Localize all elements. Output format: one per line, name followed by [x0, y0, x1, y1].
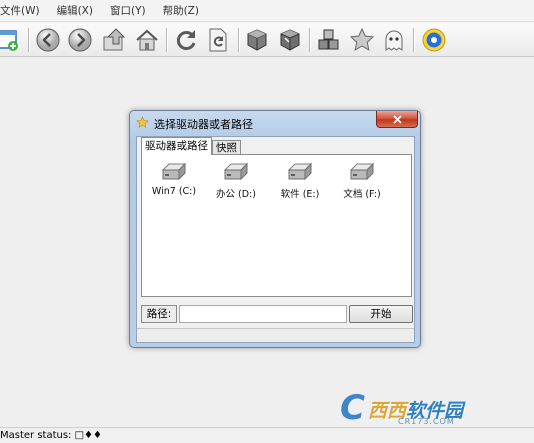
drive-item[interactable]: 文档 (F:) [332, 161, 392, 200]
reload-document-icon [209, 28, 227, 52]
cube-marked-icon [280, 29, 300, 51]
select-drive-dialog: 选择驱动器或者路径 驱动器或路径 快照 Win7 (C:) 办公 (D:) 软件… [129, 110, 421, 348]
toolbar-separator [28, 28, 29, 52]
watermark-logo: C 西西软件园 CR173.COM [340, 390, 520, 428]
back-button[interactable] [34, 26, 62, 54]
drive-label: 办公 (D:) [216, 189, 256, 200]
reload-document-button[interactable] [204, 26, 232, 54]
menu-help[interactable]: 帮助(Z) [155, 3, 208, 18]
hard-drive-icon [161, 162, 187, 181]
app-icon [136, 116, 149, 128]
home-button[interactable] [133, 26, 161, 54]
menu-bar: 文件(W) 编辑(X) 窗口(Y) 帮助(Z) [0, 0, 534, 22]
new-window-button[interactable] [0, 26, 20, 54]
up-folder-icon [103, 28, 126, 51]
drive-item[interactable]: Win7 (C:) [144, 161, 204, 197]
hard-drive-icon [349, 162, 375, 181]
drive-label: 文档 (F:) [343, 189, 381, 200]
toolbar-separator [238, 28, 239, 52]
menu-window[interactable]: 窗口(Y) [102, 3, 155, 18]
cube-icon [247, 29, 267, 51]
path-input[interactable] [179, 305, 347, 323]
menu-edit[interactable]: 编辑(X) [49, 3, 102, 18]
path-label: 路径: [141, 305, 177, 323]
toolbar-separator [413, 28, 414, 52]
refresh-button[interactable] [172, 26, 200, 54]
cubes-icon [318, 29, 339, 50]
toolbar [0, 23, 534, 57]
status-text: Master status: □♦♦ [0, 430, 102, 441]
start-button[interactable]: 开始 [349, 305, 413, 323]
tab-snapshot[interactable]: 快照 [212, 140, 241, 155]
favorite-button[interactable] [348, 26, 376, 54]
hard-drive-icon [223, 162, 249, 181]
toolbar-separator [166, 28, 167, 52]
hard-drive-icon [287, 162, 313, 181]
watermark-url: CR173.COM [398, 417, 455, 426]
forward-arrow-icon [68, 28, 92, 52]
dialog-title: 选择驱动器或者路径 [154, 118, 253, 131]
dialog-body: 驱动器或路径 快照 Win7 (C:) 办公 (D:) 软件 (E:) 文档 (… [136, 136, 415, 343]
close-icon [392, 114, 402, 124]
dialog-status-bar [137, 328, 414, 342]
cube-marked-button[interactable] [276, 26, 304, 54]
drive-item[interactable]: 办公 (D:) [206, 161, 266, 200]
refresh-icon [176, 30, 196, 50]
drive-label: 软件 (E:) [280, 189, 320, 200]
settings-button[interactable] [420, 26, 448, 54]
dialog-close-button[interactable] [376, 111, 418, 128]
toolbar-separator [309, 28, 310, 52]
menu-file[interactable]: 文件(W) [0, 3, 49, 18]
drive-item[interactable]: 软件 (E:) [270, 161, 330, 200]
dialog-titlebar[interactable]: 选择驱动器或者路径 [130, 111, 420, 135]
gear-icon [422, 28, 446, 52]
home-icon [136, 29, 158, 51]
new-window-icon [0, 30, 18, 51]
path-row: 路径: 开始 [141, 303, 413, 325]
watermark-letter: C [340, 388, 365, 428]
drive-list: Win7 (C:) 办公 (D:) 软件 (E:) 文档 (F:) [141, 154, 412, 297]
dialog-tabs: 驱动器或路径 快照 [141, 137, 241, 155]
drive-label: Win7 (C:) [151, 186, 197, 197]
forward-button[interactable] [66, 26, 94, 54]
status-bar: Master status: □♦♦ [0, 427, 534, 443]
up-folder-button[interactable] [100, 26, 128, 54]
cubes-button[interactable] [315, 26, 343, 54]
cube-dark-button[interactable] [243, 26, 271, 54]
ghost-icon [385, 30, 403, 51]
back-arrow-icon [36, 28, 60, 52]
tab-drive-or-path[interactable]: 驱动器或路径 [141, 137, 212, 155]
ghost-button[interactable] [380, 26, 408, 54]
star-icon [349, 27, 375, 51]
